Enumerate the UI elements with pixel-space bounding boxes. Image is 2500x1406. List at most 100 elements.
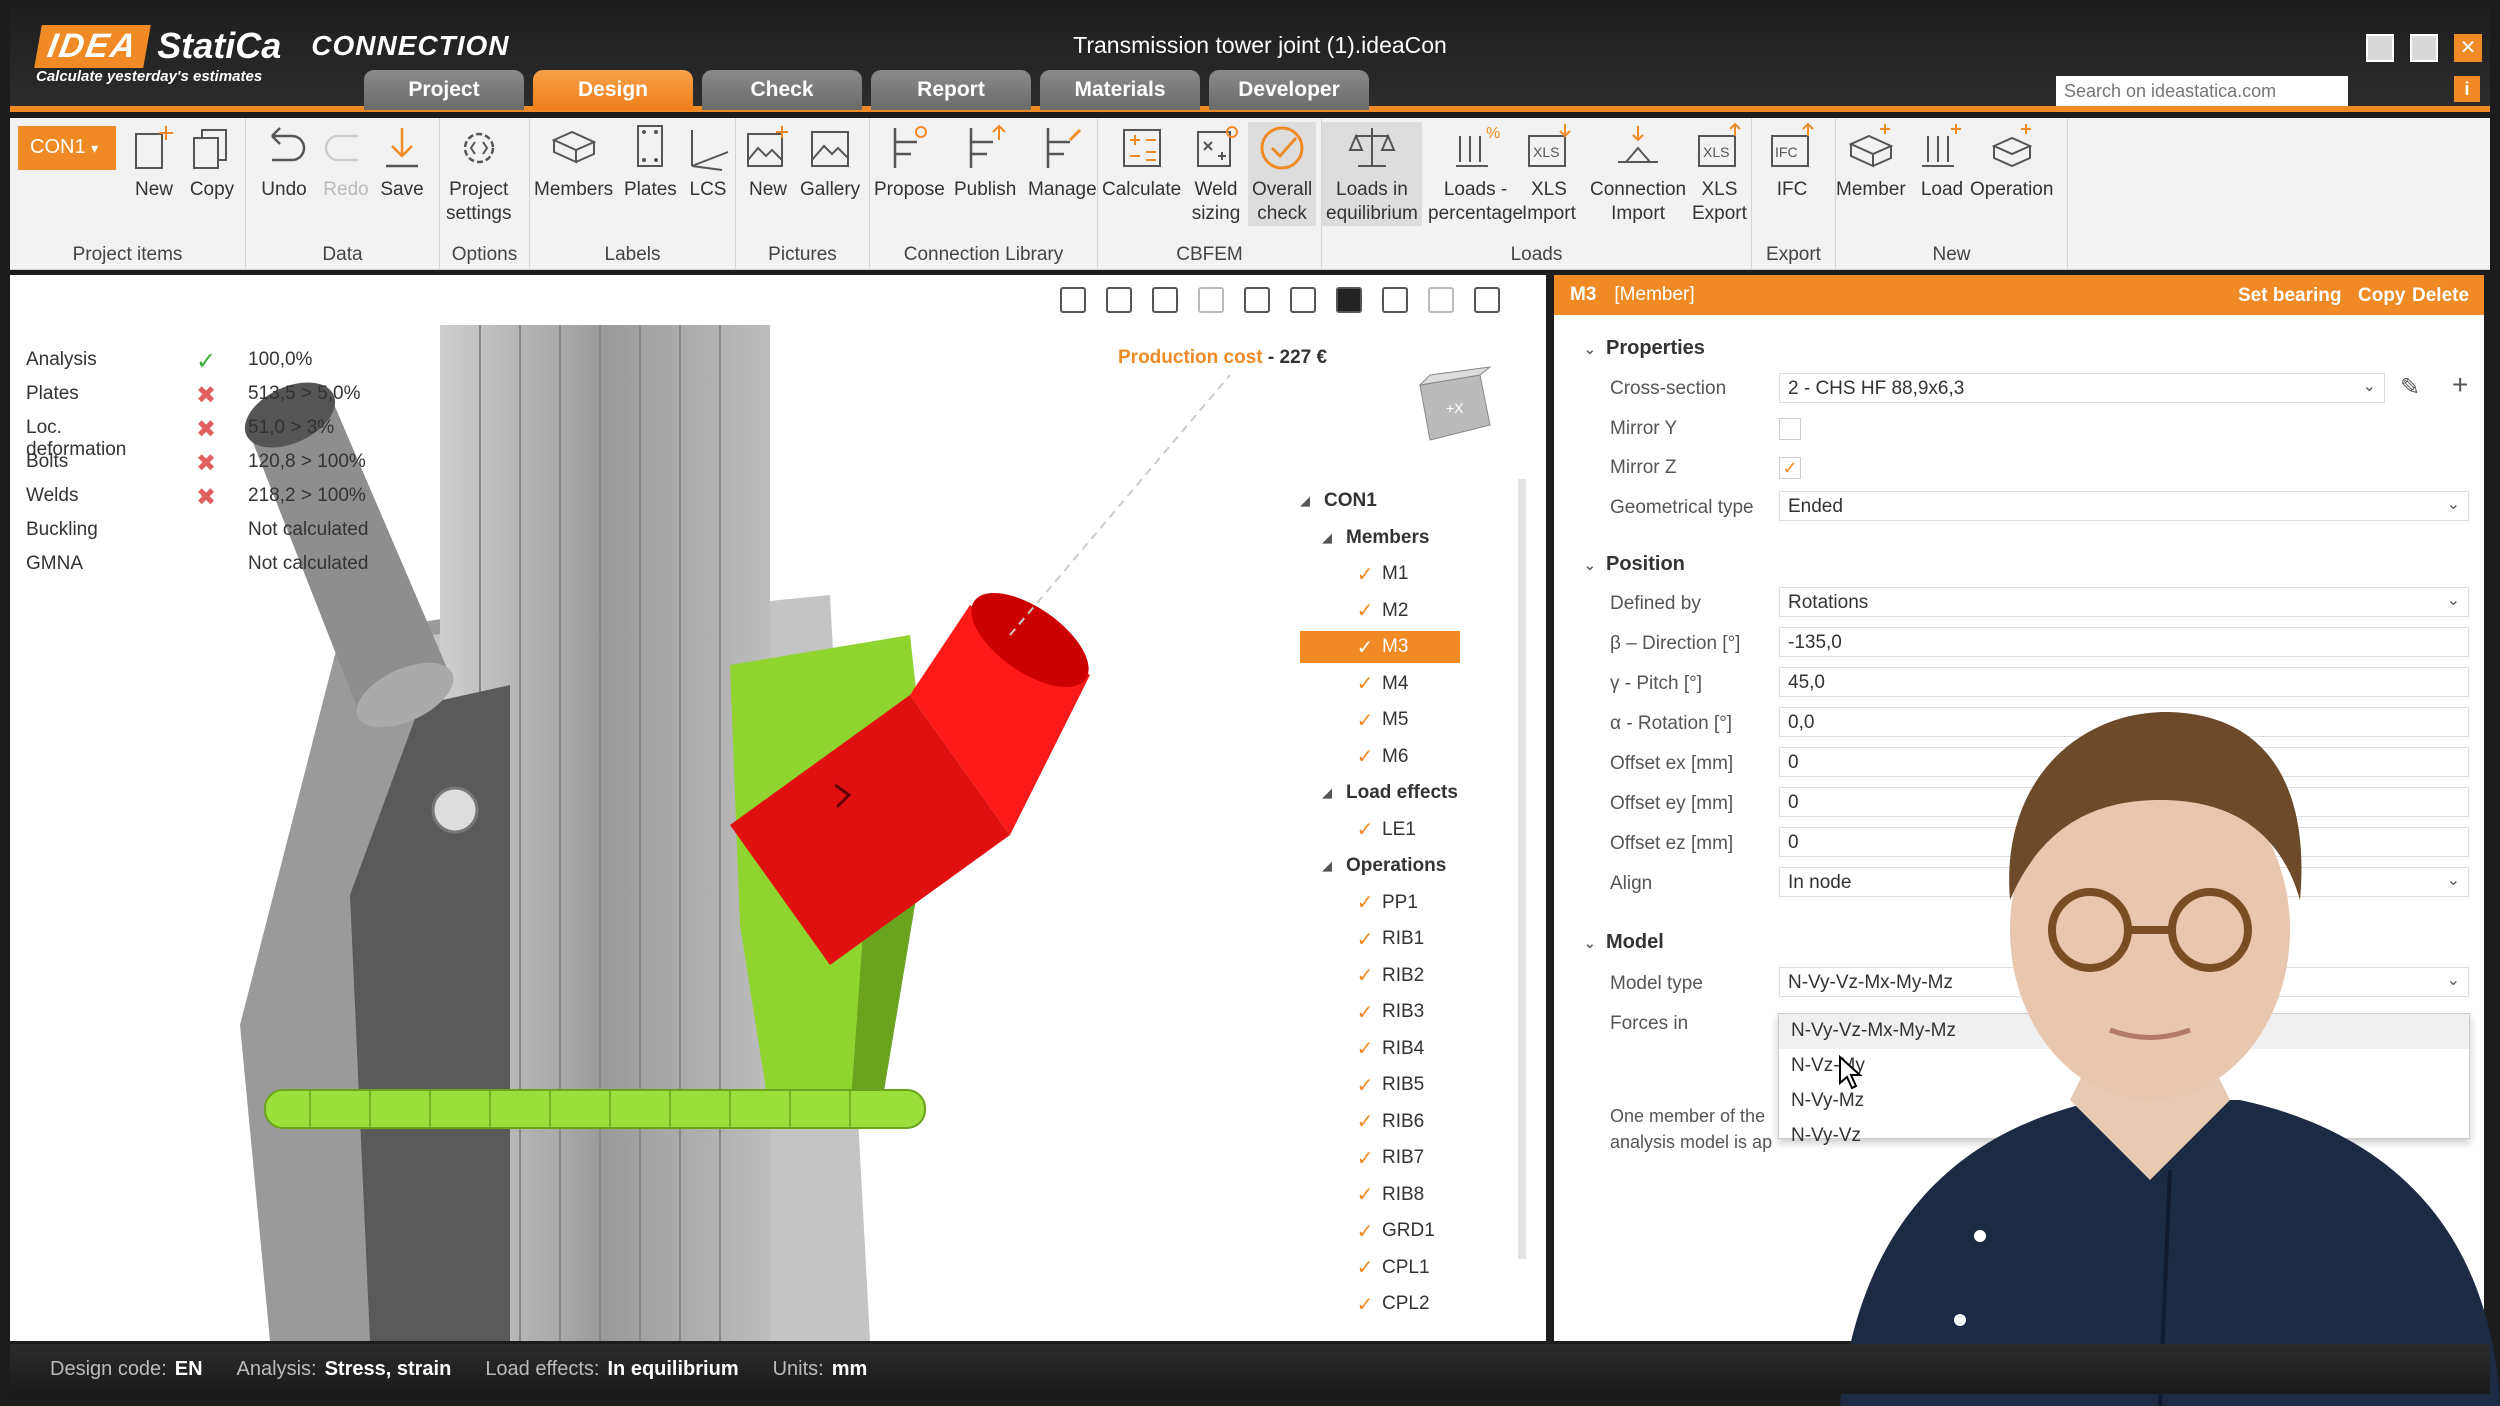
tab-materials[interactable]: Materials [1040,70,1200,110]
minimize-button[interactable] [2366,34,2394,62]
rotate-icon[interactable] [1152,287,1178,313]
section-position[interactable]: ⌄ Position [1584,553,1685,576]
checkbox-icon[interactable]: ✓ [1348,1219,1382,1244]
edit-pencil-icon[interactable]: ✎ [2400,373,2420,402]
mirror-z-checkbox[interactable]: ✓ [1779,457,1801,479]
expand-icon[interactable]: ◢ [1322,785,1346,801]
tree-member-m6[interactable]: ✓ M6 [1300,741,1409,773]
navigation-cube[interactable]: +X [1418,366,1492,441]
home-icon[interactable] [1474,287,1500,313]
tab-design[interactable]: Design [533,70,693,110]
tree-operation[interactable]: ✓ RIB5 [1300,1069,1425,1101]
tree-load-effect[interactable]: ✓ LE1 [1300,814,1416,846]
connection-import-button[interactable]: Connection Import [1590,122,1686,226]
wireframe-icon[interactable] [1244,287,1270,313]
checkbox-icon[interactable]: ✓ [1348,1000,1382,1025]
expand-icon[interactable]: ◢ [1300,493,1324,509]
ifc-export-button[interactable]: IFC IFC [1766,122,1818,202]
publish-button[interactable]: Publish [954,122,1016,202]
tree-node-members[interactable]: ◢ Members [1300,522,1429,554]
tab-report[interactable]: Report [871,70,1031,110]
project-settings-button[interactable]: Project settings [446,122,511,226]
tree-member-m2[interactable]: ✓ M2 [1300,595,1409,627]
measure-icon[interactable] [1060,287,1086,313]
new-picture-button[interactable]: New [742,122,794,202]
tree-operation[interactable]: ✓ RIB6 [1300,1106,1425,1138]
add-icon[interactable]: + [2452,369,2468,401]
xls-export-button[interactable]: XLS XLS Export [1692,122,1747,226]
tree-scrollbar[interactable] [1518,479,1526,1259]
plates-labels-button[interactable]: Plates [624,122,677,202]
xls-import-button[interactable]: XLS XLS Import [1522,122,1576,226]
mirror-icon[interactable] [1428,287,1454,313]
save-button[interactable]: Save [376,122,428,202]
weld-sizing-button[interactable]: Weld sizing [1190,122,1242,226]
redo-button[interactable]: Redo [320,122,372,202]
new-operation-button[interactable]: Operation [1970,122,2053,202]
close-button[interactable]: ✕ [2454,34,2482,62]
undo-button[interactable]: Undo [258,122,310,202]
tree-operation[interactable]: ✓ RIB8 [1300,1179,1425,1211]
copy-item-button[interactable]: Copy [186,122,238,202]
checkbox-icon[interactable]: ✓ [1348,744,1382,769]
copy-member-button[interactable]: Copy [2358,285,2406,307]
set-bearing-button[interactable]: Set bearing [2238,285,2341,307]
checkbox-icon[interactable]: ✓ [1348,1182,1382,1207]
new-item-button[interactable]: New [128,122,180,202]
transparent-icon[interactable] [1290,287,1316,313]
checkbox-icon[interactable]: ✓ [1348,890,1382,915]
tab-check[interactable]: Check [702,70,862,110]
tree-operation[interactable]: ✓ PP1 [1300,887,1418,919]
checkbox-icon[interactable]: ✓ [1348,598,1382,623]
checkbox-icon[interactable]: ✓ [1348,1036,1382,1061]
tree-operation[interactable]: ✓ CPL1 [1300,1252,1430,1284]
loads-percentage-button[interactable]: % Loads - percentage [1428,122,1523,226]
tree-operation[interactable]: ✓ RIB4 [1300,1033,1425,1065]
members-labels-button[interactable]: Members [534,122,613,202]
tree-member-m4[interactable]: ✓ M4 [1300,668,1409,700]
checkbox-icon[interactable]: ✓ [1348,817,1382,842]
checkbox-icon[interactable]: ✓ [1348,927,1382,952]
checkbox-icon[interactable]: ✓ [1348,1073,1382,1098]
new-load-button[interactable]: Load [1916,122,1968,202]
checkbox-icon[interactable]: ✓ [1348,1109,1382,1134]
tree-member-m1[interactable]: ✓ M1 [1300,558,1409,590]
3d-viewport[interactable]: +X Analysis ✓ 100,0% Plates ✖ 513,5 > 5,0% Loc… [10,275,1546,1341]
defined-by-select[interactable]: Rotations ⌄ [1779,587,2469,617]
delete-member-button[interactable]: Delete [2412,285,2469,307]
manage-button[interactable]: Manage [1028,122,1097,202]
expand-icon[interactable]: ◢ [1322,858,1346,874]
checkbox-icon[interactable]: ✓ [1348,562,1382,587]
clip-icon[interactable] [1198,287,1224,313]
propose-button[interactable]: Propose [874,122,945,202]
solid-icon[interactable] [1336,287,1362,313]
view-plane-icon[interactable] [1382,287,1408,313]
search-input[interactable] [2056,76,2348,106]
mirror-y-checkbox[interactable] [1779,418,1801,440]
checkbox-icon[interactable]: ✓ [1348,708,1382,733]
checkbox-icon[interactable]: ✓ [1348,635,1382,660]
tree-operation[interactable]: ✓ RIB7 [1300,1142,1425,1174]
section-properties[interactable]: ⌄ Properties [1584,337,1705,360]
checkbox-icon[interactable]: ✓ [1348,671,1382,696]
connection-selector[interactable]: CON1 ▾ [18,126,116,170]
checkbox-icon[interactable]: ✓ [1348,1255,1382,1280]
tree-member-m3[interactable]: ✓ M3 [1300,631,1460,663]
zoom-extents-icon[interactable] [1106,287,1132,313]
cross-section-select[interactable]: 2 - CHS HF 88,9x6,3 ⌄ [1779,373,2385,403]
tab-developer[interactable]: Developer [1209,70,1369,110]
tab-project[interactable]: Project [364,70,524,110]
tree-node-operations[interactable]: ◢ Operations [1300,850,1446,882]
gamma-pitch-input[interactable]: 45,0 [1779,667,2469,697]
checkbox-icon[interactable]: ✓ [1348,1146,1382,1171]
lcs-labels-button[interactable]: LCS [682,122,734,202]
expand-icon[interactable]: ◢ [1322,530,1346,546]
section-model[interactable]: ⌄ Model [1584,931,1664,954]
tree-node-load-effects[interactable]: ◢ Load effects [1300,777,1458,809]
checkbox-icon[interactable]: ✓ [1348,1292,1382,1317]
tree-operation[interactable]: ✓ RIB1 [1300,923,1425,955]
calculate-button[interactable]: Calculate [1102,122,1181,202]
geometrical-type-select[interactable]: Ended ⌄ [1779,491,2469,521]
tree-operation[interactable]: ✓ CPL2 [1300,1288,1430,1320]
help-button[interactable]: i [2454,76,2480,102]
